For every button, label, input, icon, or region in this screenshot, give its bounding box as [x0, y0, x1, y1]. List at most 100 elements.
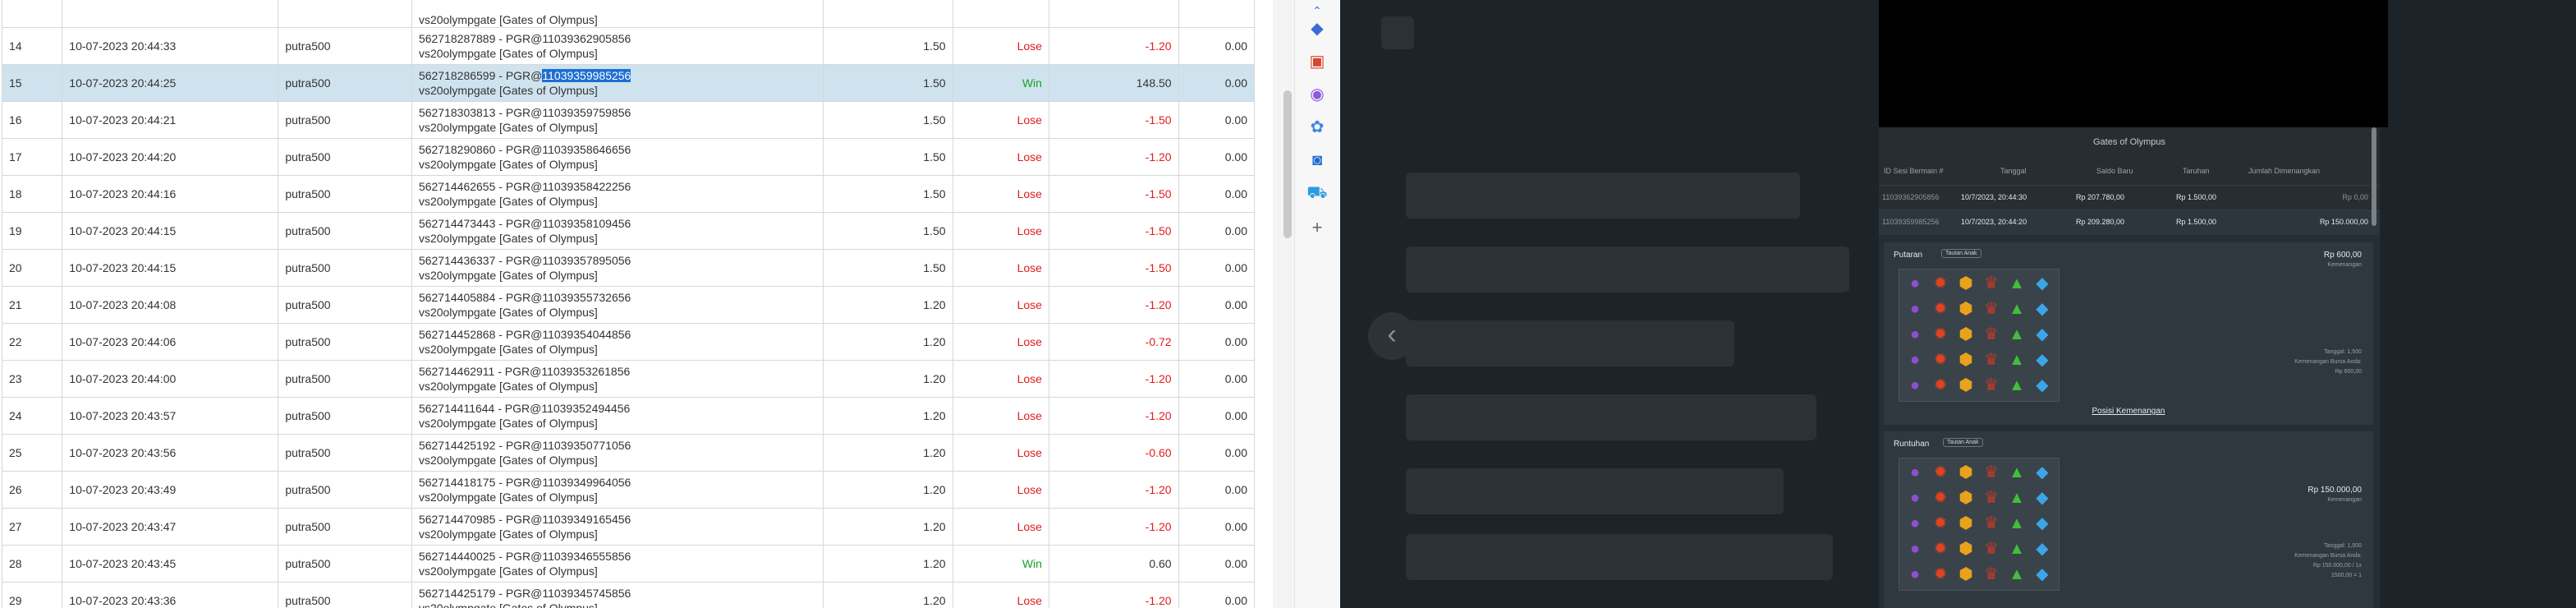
cart-icon[interactable]: ⛟ [1306, 182, 1328, 204]
row-transaction: 562714411644 - PGR@11039352494456 vs20oly… [411, 397, 824, 435]
users-icon[interactable]: ◉ [1306, 84, 1328, 105]
plus-icon[interactable]: + [1306, 217, 1328, 238]
session-id: 11039362905856 [1882, 193, 1940, 201]
session-date: 10/7/2023, 20:44:30 [1961, 193, 2027, 201]
row-username: putra500 [278, 138, 412, 176]
row-amount: -1.50 [1048, 101, 1179, 139]
game-symbol-icon: ⬢ [1958, 565, 1973, 583]
game-symbol-icon: ● [1909, 376, 1921, 394]
row-transaction: 562714418175 - PGR@11039349964056 vs20oly… [411, 471, 824, 509]
panel-scrollbar[interactable] [2372, 127, 2376, 226]
game-symbol-icon: ⬢ [1958, 463, 1973, 481]
spin-section: Putaran Tautan Anak Rp 600,00 Kemenangan… [1884, 242, 2373, 425]
row-amount: -0.60 [1048, 434, 1179, 472]
table-row[interactable]: 29 10-07-2023 20:43:36 putra500 56271442517… [1, 582, 1255, 608]
row-amount: -1.20 [1048, 286, 1179, 324]
table-row[interactable]: 19 10-07-2023 20:44:15 putra500 56271447344… [1, 212, 1255, 250]
table-row[interactable]: 26 10-07-2023 20:43:49 putra500 56271441817… [1, 471, 1255, 509]
ghost-icon [1381, 16, 1414, 49]
row-username: putra500 [278, 101, 412, 139]
game-name: vs20olympgate [Gates of Olympus] [418, 232, 598, 245]
table-row[interactable]: 24 10-07-2023 20:43:57 putra500 56271441164… [1, 397, 1255, 435]
session-row-selected[interactable]: 11039359985256 10/7/2023, 20:44:20 Rp 20… [1879, 210, 2380, 235]
table-row[interactable]: 21 10-07-2023 20:44:08 putra500 56271440588… [1, 286, 1255, 324]
row-transaction: vs20olympgate [Gates of Olympus] [411, 0, 824, 28]
table-row[interactable]: 20 10-07-2023 20:44:15 putra500 56271443633… [1, 249, 1255, 287]
table-row[interactable]: 25 10-07-2023 20:43:56 putra500 56271442519… [1, 434, 1255, 472]
spin-badge[interactable]: Tautan Anak [1941, 249, 1981, 258]
row-number [1, 0, 63, 28]
tumble-detail-line: Tanggal: 1,500 [2324, 543, 2362, 549]
table-row[interactable]: 28 10-07-2023 20:43:45 putra500 56271444002… [1, 545, 1255, 583]
game-symbol-icon: ▲ [2009, 489, 2025, 507]
row-bet: 1.20 [822, 545, 953, 583]
row-bet: 1.20 [822, 434, 953, 472]
winning-position-link[interactable]: Posisi Kemenangan [1884, 407, 2373, 416]
tumble-detail-line: 1500,00 = 1 [2330, 573, 2362, 578]
outlook-icon[interactable]: ◙ [1306, 150, 1328, 171]
game-symbol-icon: ✹ [1933, 325, 1948, 343]
spin-details: Tanggal: 1,500 Kemenangan Bursa Anda: Rp… [2294, 348, 2362, 377]
tumble-amount: Rp 150.000,00 [2307, 486, 2362, 495]
row-bet: 1.50 [822, 249, 953, 287]
row-transaction: 562718303813 - PGR@11039359759856 vs20oly… [411, 101, 824, 139]
row-number: 19 [1, 212, 63, 250]
session-id: 11039359985256 [1882, 218, 1940, 226]
table-row[interactable]: 17 10-07-2023 20:44:20 putra500 56271829086… [1, 138, 1255, 176]
row-number: 26 [1, 471, 63, 509]
table-row[interactable]: 23 10-07-2023 20:44:00 putra500 56271446291… [1, 360, 1255, 398]
scrollbar-thumb[interactable] [1283, 90, 1292, 238]
row-transaction: 562714462655 - PGR@11039358422256 vs20oly… [411, 175, 824, 213]
copilot-icon[interactable]: ✿ [1306, 117, 1328, 138]
game-symbol-icon: ▲ [2009, 325, 2025, 343]
game-symbol-icon: ▲ [2009, 540, 2025, 558]
ghost-block [1406, 173, 1800, 219]
game-symbol-icon: ♛ [1984, 463, 1999, 481]
game-symbol-icon: ● [1909, 565, 1921, 583]
transaction-id: 562714436337 - PGR@11039357895056 [418, 254, 631, 267]
game-symbol-icon: ♛ [1984, 351, 1999, 369]
row-username: putra500 [278, 64, 412, 102]
table-row[interactable]: 22 10-07-2023 20:44:06 putra500 56271445286… [1, 323, 1255, 361]
row-username: putra500 [278, 286, 412, 324]
game-name: vs20olympgate [Gates of Olympus] [418, 491, 598, 504]
spin-sub: Kemenangan [2327, 262, 2362, 268]
row-transaction: 562714452868 - PGR@11039354044856 vs20oly… [411, 323, 824, 361]
spin-detail-line: Kemenangan Bursa Anda: [2294, 359, 2362, 365]
row-number: 14 [1, 27, 63, 65]
row-amount: -1.50 [1048, 212, 1179, 250]
tumble-badge[interactable]: Tautan Anak [1943, 438, 1983, 447]
col-header: Tanggal [2000, 167, 2027, 175]
game-symbol-icon: ⬢ [1958, 325, 1973, 343]
game-replay-pane: ‹ Gates of Olympus ID Sesi Bermain # Tan… [1340, 0, 2576, 608]
toolbox-icon[interactable]: ▣ [1306, 51, 1328, 72]
game-symbol-icon: ▲ [2009, 300, 2025, 318]
game-symbol-icon: ▲ [2009, 351, 2025, 369]
selected-text-highlight[interactable]: 11039359985256 [542, 69, 631, 82]
back-chevron-icon[interactable]: ‹ [1368, 312, 1416, 360]
row-bet: 1.50 [822, 138, 953, 176]
game-name: vs20olympgate [Gates of Olympus] [418, 84, 598, 97]
row-username: putra500 [278, 175, 412, 213]
table-row[interactable]: vs20olympgate [Gates of Olympus] [1, 0, 1255, 28]
row-bet: 1.50 [822, 175, 953, 213]
table-row[interactable]: 14 10-07-2023 20:44:33 putra500 56271828788… [1, 27, 1255, 65]
session-row[interactable]: 11039362905856 10/7/2023, 20:44:30 Rp 20… [1879, 185, 2380, 210]
col-header: Taruhan [2183, 167, 2210, 175]
game-symbol-icon: ⬢ [1958, 274, 1973, 292]
row-balance: 0.00 [1178, 545, 1255, 583]
table-row[interactable]: 15 10-07-2023 20:44:25 putra500 56271828659… [1, 64, 1255, 102]
table-row[interactable]: 18 10-07-2023 20:44:16 putra500 56271446265… [1, 175, 1255, 213]
row-date [62, 0, 279, 28]
row-number: 20 [1, 249, 63, 287]
table-row[interactable]: 16 10-07-2023 20:44:21 putra500 56271830381… [1, 101, 1255, 139]
panel-title: Gates of Olympus [2092, 137, 2166, 147]
table-row[interactable]: 27 10-07-2023 20:43:47 putra500 56271447098… [1, 508, 1255, 546]
row-date: 10-07-2023 20:44:15 [62, 249, 279, 287]
game-symbol-icon: ✹ [1933, 300, 1948, 318]
tag-icon[interactable]: ◆ [1306, 18, 1328, 39]
row-transaction: 562714425179 - PGR@11039345745856 vs20oly… [411, 582, 824, 608]
game-name: vs20olympgate [Gates of Olympus] [418, 306, 598, 319]
row-result: Lose [952, 138, 1049, 176]
row-username: putra500 [278, 434, 412, 472]
